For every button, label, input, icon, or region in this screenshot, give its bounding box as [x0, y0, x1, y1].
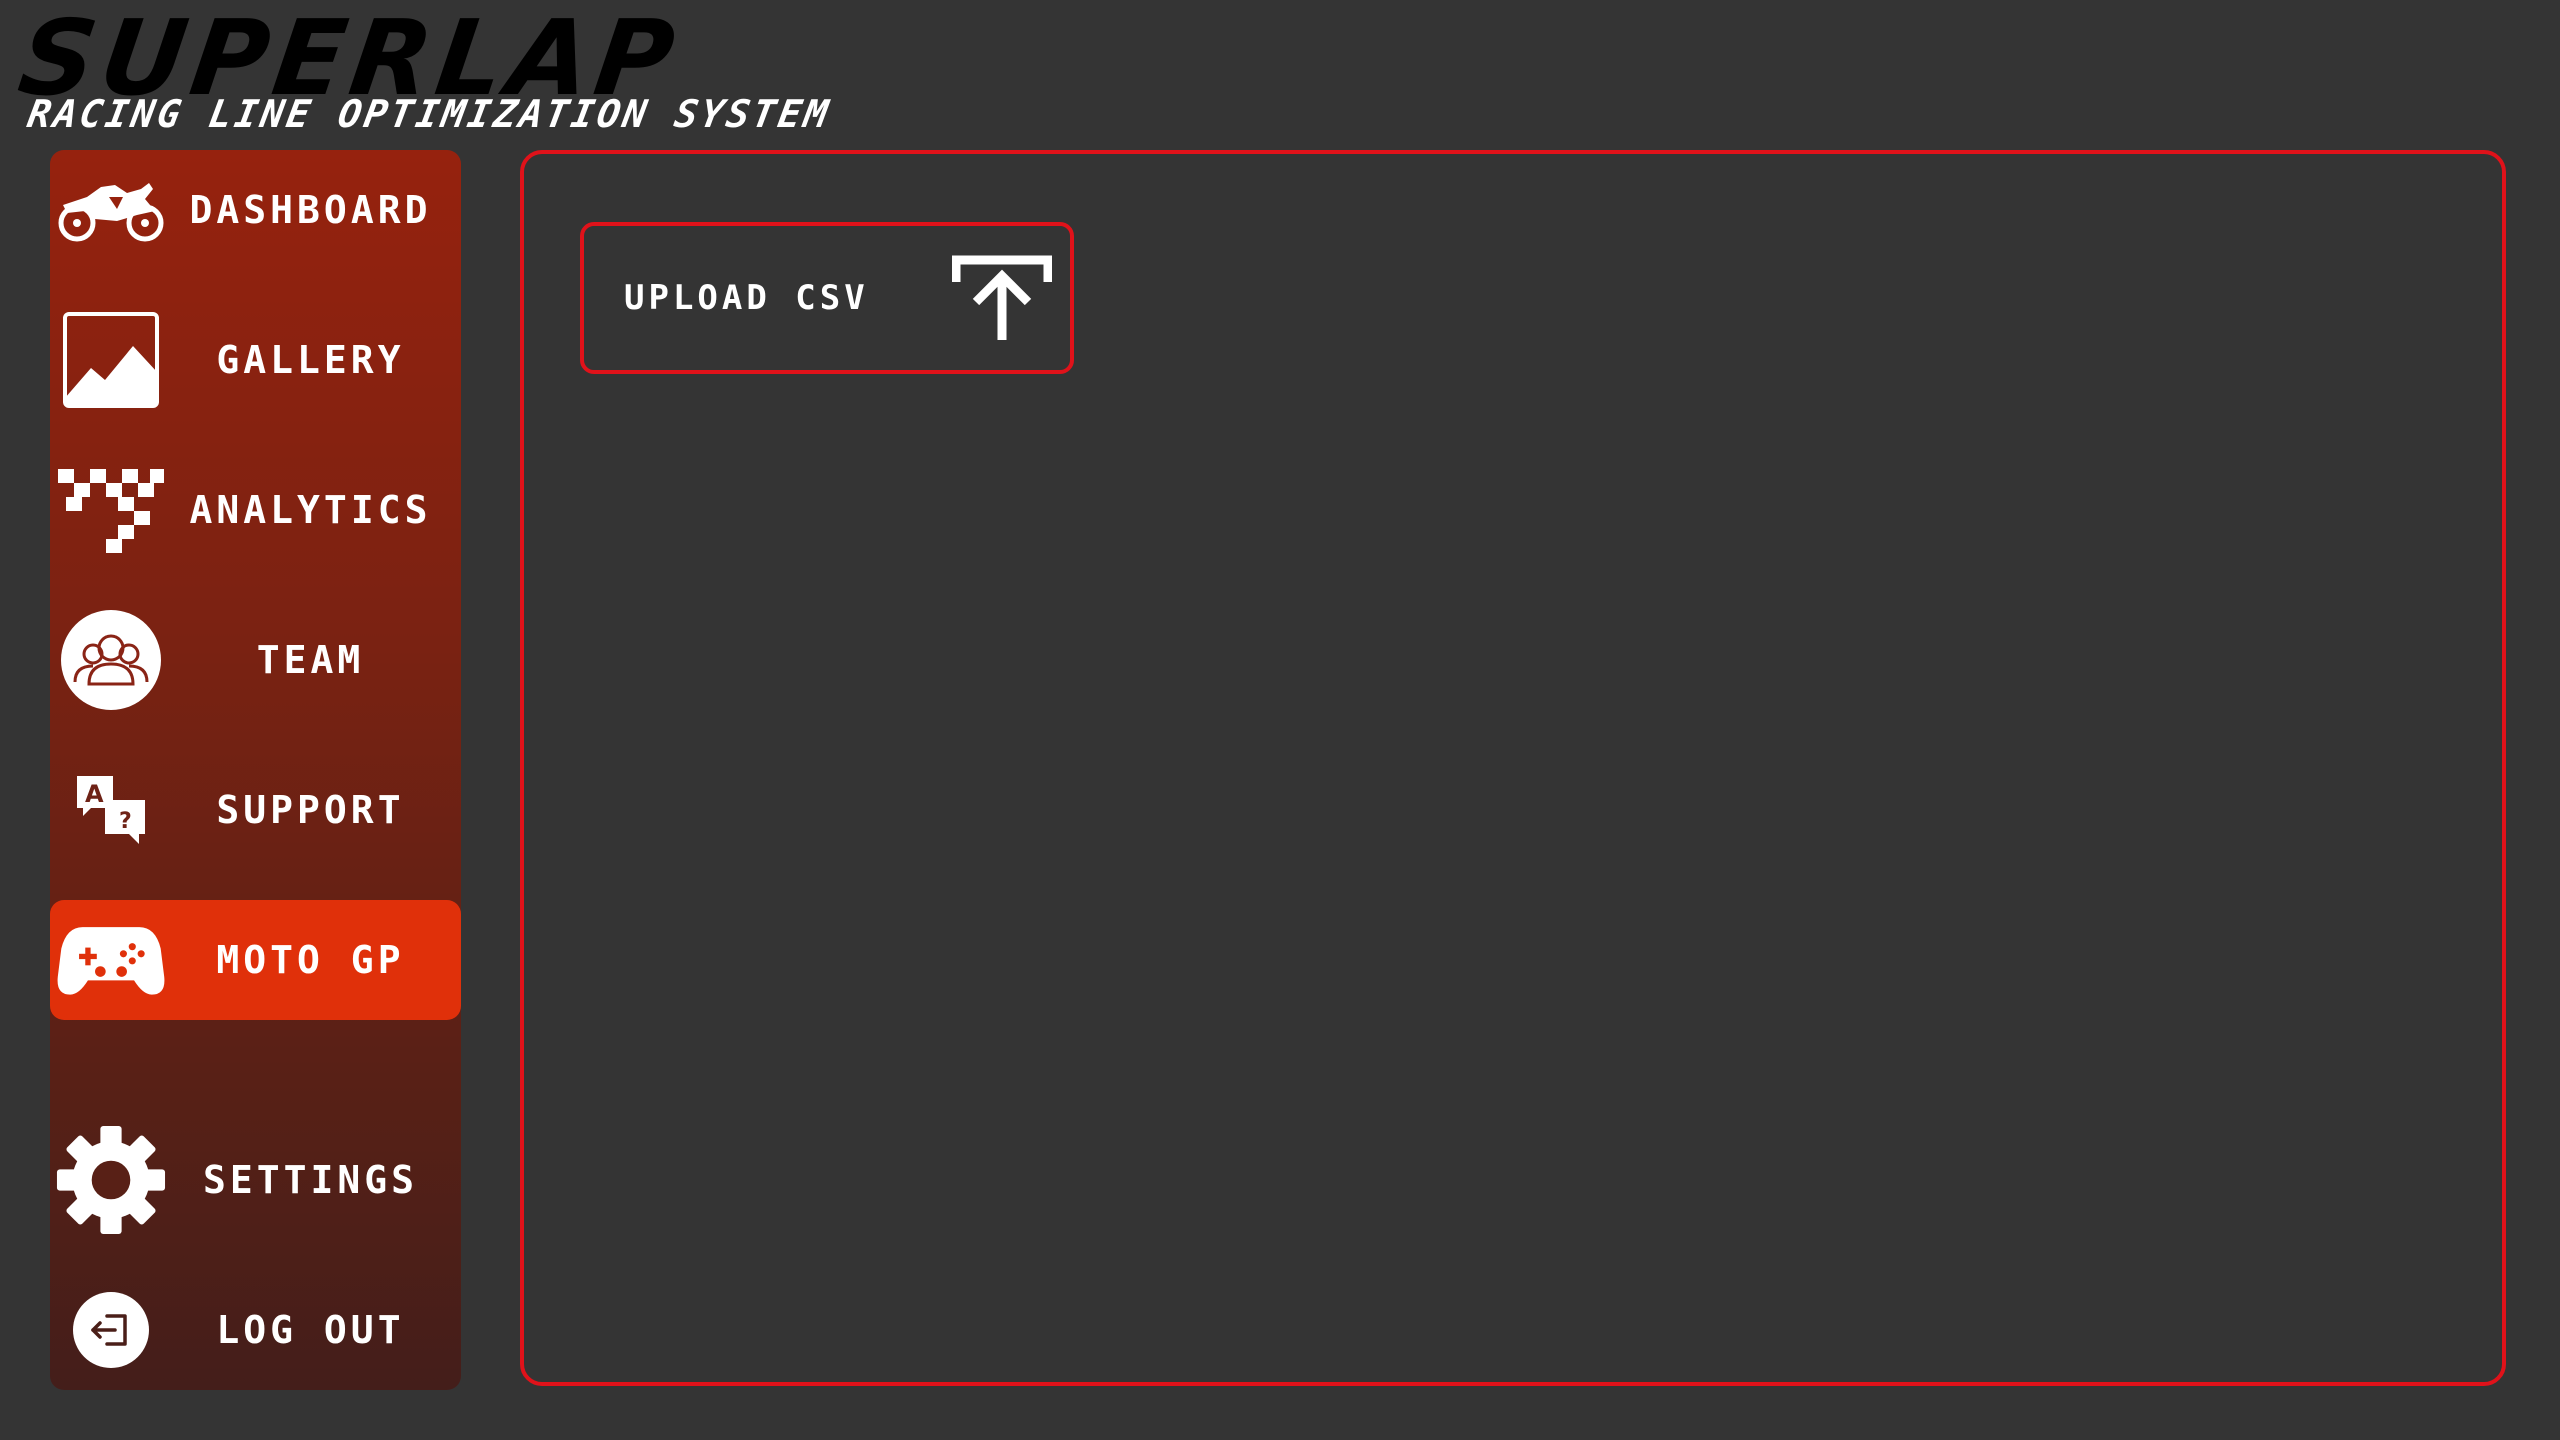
sidebar-item-label: SETTINGS	[202, 1158, 419, 1202]
upload-icon	[951, 254, 1053, 344]
sidebar-item-label: ANALYTICS	[189, 488, 432, 532]
svg-text:A: A	[85, 780, 104, 808]
motorcycle-icon	[56, 155, 166, 265]
gear-icon	[56, 1125, 166, 1235]
svg-text:?: ?	[119, 809, 132, 834]
team-icon	[56, 605, 166, 715]
sidebar-item-log-out[interactable]: LOG OUT	[50, 1270, 461, 1390]
sidebar-item-label: SUPPORT	[216, 788, 405, 832]
image-icon	[56, 305, 166, 415]
main-panel: UPLOAD CSV	[520, 150, 2506, 1386]
sidebar-item-label: MOTO GP	[216, 938, 405, 982]
sidebar-item-settings[interactable]: SETTINGS	[50, 1120, 461, 1240]
sidebar: DASHBOARD GALLERY ANALYTICS TEAM A ? SUP…	[50, 150, 461, 1390]
sidebar-item-gallery[interactable]: GALLERY	[50, 300, 461, 420]
translate-chat-icon: A ?	[56, 755, 166, 865]
gamepad-icon	[56, 905, 166, 1015]
upload-csv-button[interactable]: UPLOAD CSV	[580, 222, 1074, 374]
checkered-flag-icon	[56, 455, 166, 565]
logout-icon	[56, 1275, 166, 1385]
app-subtitle: RACING LINE OPTIMIZATION SYSTEM	[24, 92, 835, 136]
upload-csv-label: UPLOAD CSV	[624, 278, 869, 318]
sidebar-item-label: DASHBOARD	[189, 188, 432, 232]
sidebar-item-moto-gp[interactable]: MOTO GP	[50, 900, 461, 1020]
sidebar-item-team[interactable]: TEAM	[50, 600, 461, 720]
sidebar-item-analytics[interactable]: ANALYTICS	[50, 450, 461, 570]
sidebar-item-support[interactable]: A ? SUPPORT	[50, 750, 461, 870]
sidebar-item-label: LOG OUT	[216, 1308, 405, 1352]
sidebar-item-dashboard[interactable]: DASHBOARD	[50, 150, 461, 270]
sidebar-item-label: GALLERY	[216, 338, 405, 382]
sidebar-item-label: TEAM	[256, 638, 365, 682]
